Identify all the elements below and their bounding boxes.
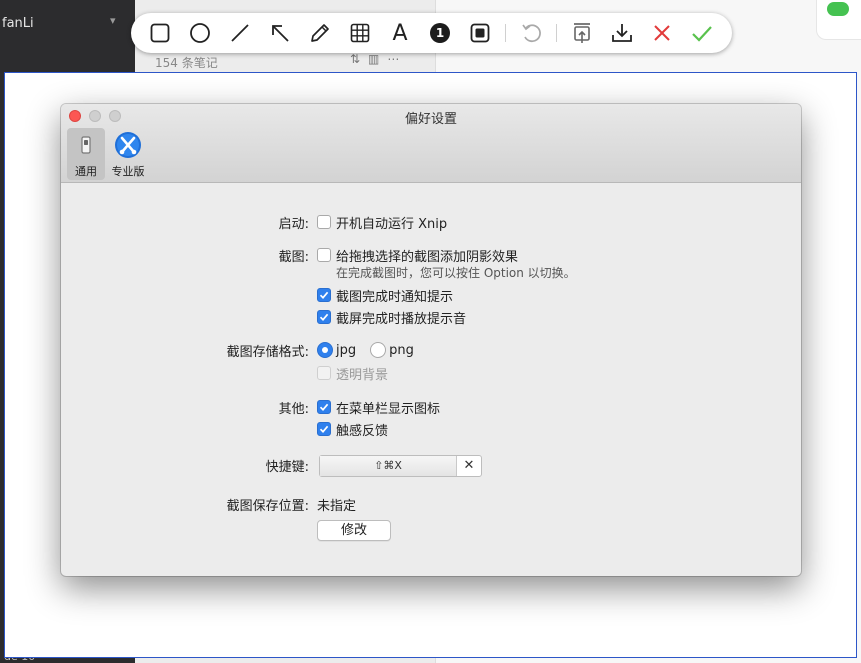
transparent-row: 透明背景 <box>61 363 801 383</box>
format-label: 截图存储格式: <box>226 345 309 360</box>
tab-general[interactable]: 通用 <box>67 128 105 180</box>
chat-app-icon <box>816 0 861 40</box>
transparent-bg-label: 透明背景 <box>336 367 389 383</box>
number-marker-icon[interactable]: 1 <box>425 18 455 48</box>
save-location-value: 未指定 <box>317 498 357 514</box>
haptic-row: 触感反馈 <box>61 419 801 439</box>
preferences-tabs: 通用 专业版 <box>67 128 151 180</box>
format-jpg-label: jpg <box>336 342 357 358</box>
background-note-count: 154 条笔记 <box>155 56 218 70</box>
cancel-icon[interactable] <box>647 18 677 48</box>
shadow-effect-checkbox[interactable] <box>317 248 331 262</box>
chevron-down-icon: ▾ <box>110 14 116 27</box>
annotation-toolbar: A 1 <box>131 13 732 53</box>
background-username: fanLi <box>2 16 34 31</box>
preferences-window: 偏好设置 通用 专业版 启动: 开机自动运行 Xnip 截图: 给拖拽选择的截图… <box>61 104 801 576</box>
line-icon[interactable] <box>225 18 255 48</box>
notify-label: 截图完成时通知提示 <box>336 289 454 305</box>
toolbar-separator <box>556 24 557 42</box>
mosaic-icon[interactable] <box>345 18 375 48</box>
tab-pro[interactable]: 专业版 <box>109 128 147 180</box>
text-icon[interactable]: A <box>385 18 415 48</box>
tab-general-label: 通用 <box>75 165 97 178</box>
arrow-icon[interactable] <box>265 18 295 48</box>
launch-at-login-label: 开机自动运行 Xnip <box>336 216 448 232</box>
haptic-label: 触感反馈 <box>336 423 389 439</box>
background-list-tools-icon: ⇅▥⋯ <box>350 52 408 66</box>
startup-label: 启动: <box>278 217 309 232</box>
format-png-label: png <box>389 342 414 358</box>
window-titlebar: 偏好设置 通用 专业版 <box>61 104 801 183</box>
number-tool-glyph: 1 <box>435 26 445 40</box>
format-jpg-radio[interactable] <box>317 342 333 358</box>
pencil-icon[interactable] <box>305 18 335 48</box>
shadow-effect-label: 给拖拽选择的截图添加阴影效果 <box>336 249 519 265</box>
haptic-checkbox[interactable] <box>317 422 331 436</box>
xnip-logo-icon <box>114 131 142 159</box>
hotkey-label: 快捷键: <box>265 460 309 475</box>
save-location-label: 截图保存位置: <box>226 499 309 514</box>
hotkey-recorder[interactable]: ⇧⌘X ✕ <box>319 455 482 477</box>
border-frame-icon[interactable] <box>465 18 495 48</box>
undo-icon[interactable] <box>516 18 546 48</box>
sound-label: 截屏完成时播放提示音 <box>336 311 467 327</box>
save-location-row: 截图保存位置: 未指定 <box>61 494 801 515</box>
menubar-icon-checkbox[interactable] <box>317 400 331 414</box>
text-tool-glyph: A <box>392 20 408 46</box>
startup-row: 启动: 开机自动运行 Xnip <box>61 212 801 232</box>
menubar-icon-label: 在菜单栏显示图标 <box>336 401 441 417</box>
preferences-content: 启动: 开机自动运行 Xnip 截图: 给拖拽选择的截图添加阴影效果 在完成截图… <box>61 184 801 576</box>
hotkey-value[interactable]: ⇧⌘X <box>320 456 457 476</box>
capture-label: 截图: <box>278 250 309 265</box>
confirm-icon[interactable] <box>687 18 717 48</box>
other-row: 其他: 在菜单栏显示图标 <box>61 397 801 417</box>
capture-row: 截图: 给拖拽选择的截图添加阴影效果 <box>61 245 801 265</box>
switch-icon <box>72 131 100 159</box>
change-location-button[interactable]: 修改 <box>317 520 391 541</box>
toolbar-separator <box>505 24 506 42</box>
notify-checkbox[interactable] <box>317 288 331 302</box>
tab-pro-label: 专业版 <box>111 165 145 178</box>
window-title: 偏好设置 <box>404 112 457 127</box>
hotkey-clear-button[interactable]: ✕ <box>457 456 481 476</box>
other-label: 其他: <box>278 402 309 417</box>
format-png-radio[interactable] <box>370 342 387 358</box>
transparent-bg-checkbox[interactable] <box>317 366 331 380</box>
sound-checkbox[interactable] <box>317 310 331 324</box>
shadow-hint: 在完成截图时，您可以按住 Option 以切换。 <box>336 266 576 280</box>
rectangle-icon[interactable] <box>145 18 175 48</box>
format-row: 截图存储格式: jpg png <box>61 340 801 360</box>
pin-icon[interactable] <box>567 18 597 48</box>
launch-at-login-checkbox[interactable] <box>317 215 331 229</box>
hotkey-row: 快捷键: ⇧⌘X ✕ <box>61 455 801 477</box>
sound-row: 截屏完成时播放提示音 <box>61 307 801 327</box>
notify-row: 截图完成时通知提示 <box>61 285 801 305</box>
ellipse-icon[interactable] <box>185 18 215 48</box>
download-icon[interactable] <box>607 18 637 48</box>
